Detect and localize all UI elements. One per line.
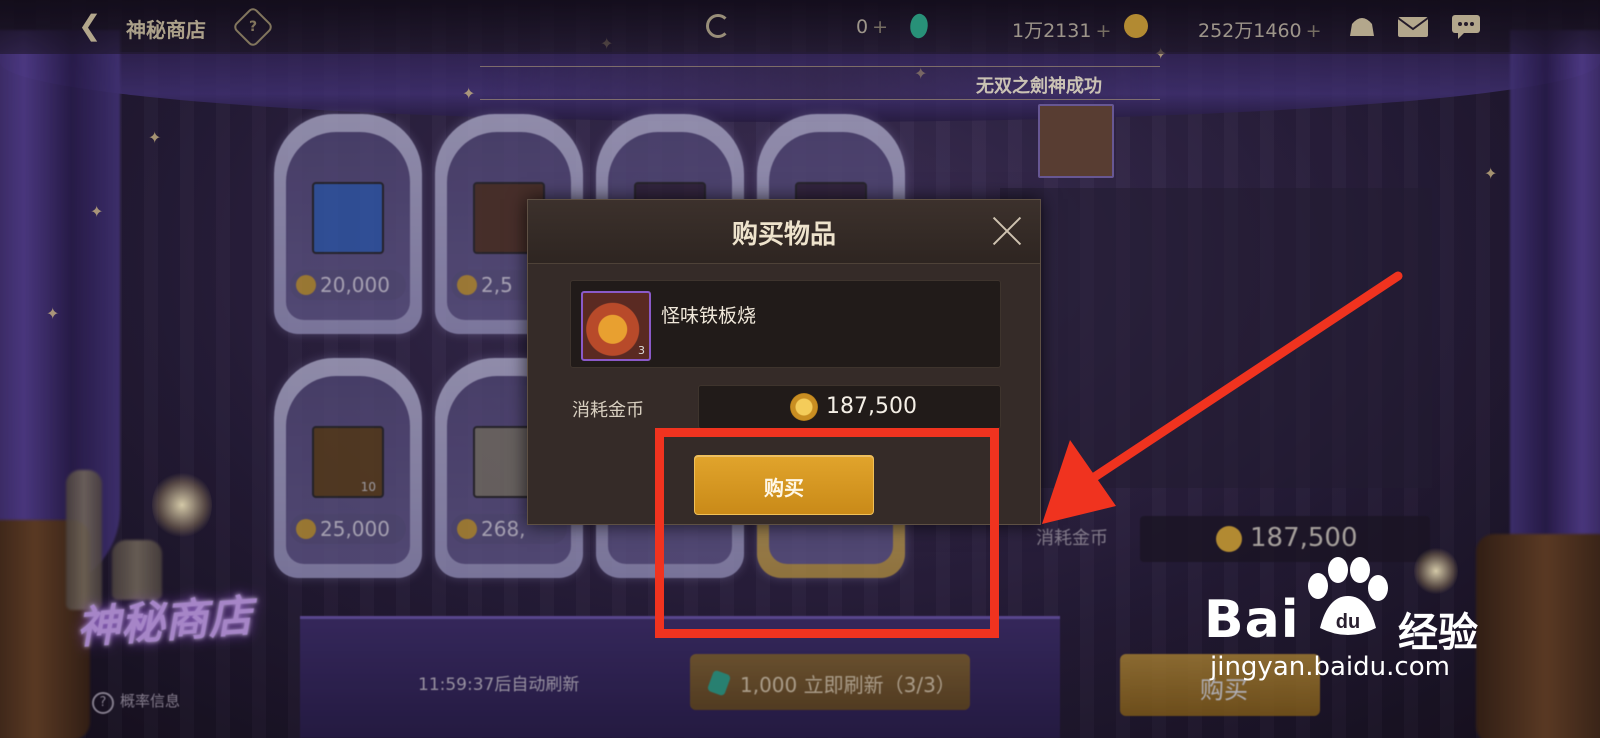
- item-name: 怪味铁板烧: [661, 305, 757, 327]
- item-qty: 3: [638, 344, 645, 357]
- gold-coin-icon: [790, 393, 818, 421]
- item-row: 3 怪味铁板烧: [570, 280, 1001, 368]
- svg-text:du: du: [1336, 611, 1360, 633]
- watermark-brand: Bai: [1204, 590, 1300, 650]
- cost-value: 187,500: [826, 394, 917, 419]
- dialog-title: 购买物品: [731, 220, 836, 250]
- item-thumbnail: 3: [581, 291, 651, 361]
- annotation-highlight-box: [655, 428, 999, 638]
- watermark-paw-icon: du: [1308, 557, 1388, 635]
- watermark-brand-cn: 经验: [1398, 610, 1478, 656]
- cost-box: 187,500: [698, 385, 1001, 429]
- close-icon[interactable]: [990, 214, 1024, 248]
- dialog-header: 购买物品: [528, 200, 1040, 264]
- cost-label: 消耗金币: [572, 400, 644, 421]
- watermark-url: jingyan.baidu.com: [1210, 652, 1450, 682]
